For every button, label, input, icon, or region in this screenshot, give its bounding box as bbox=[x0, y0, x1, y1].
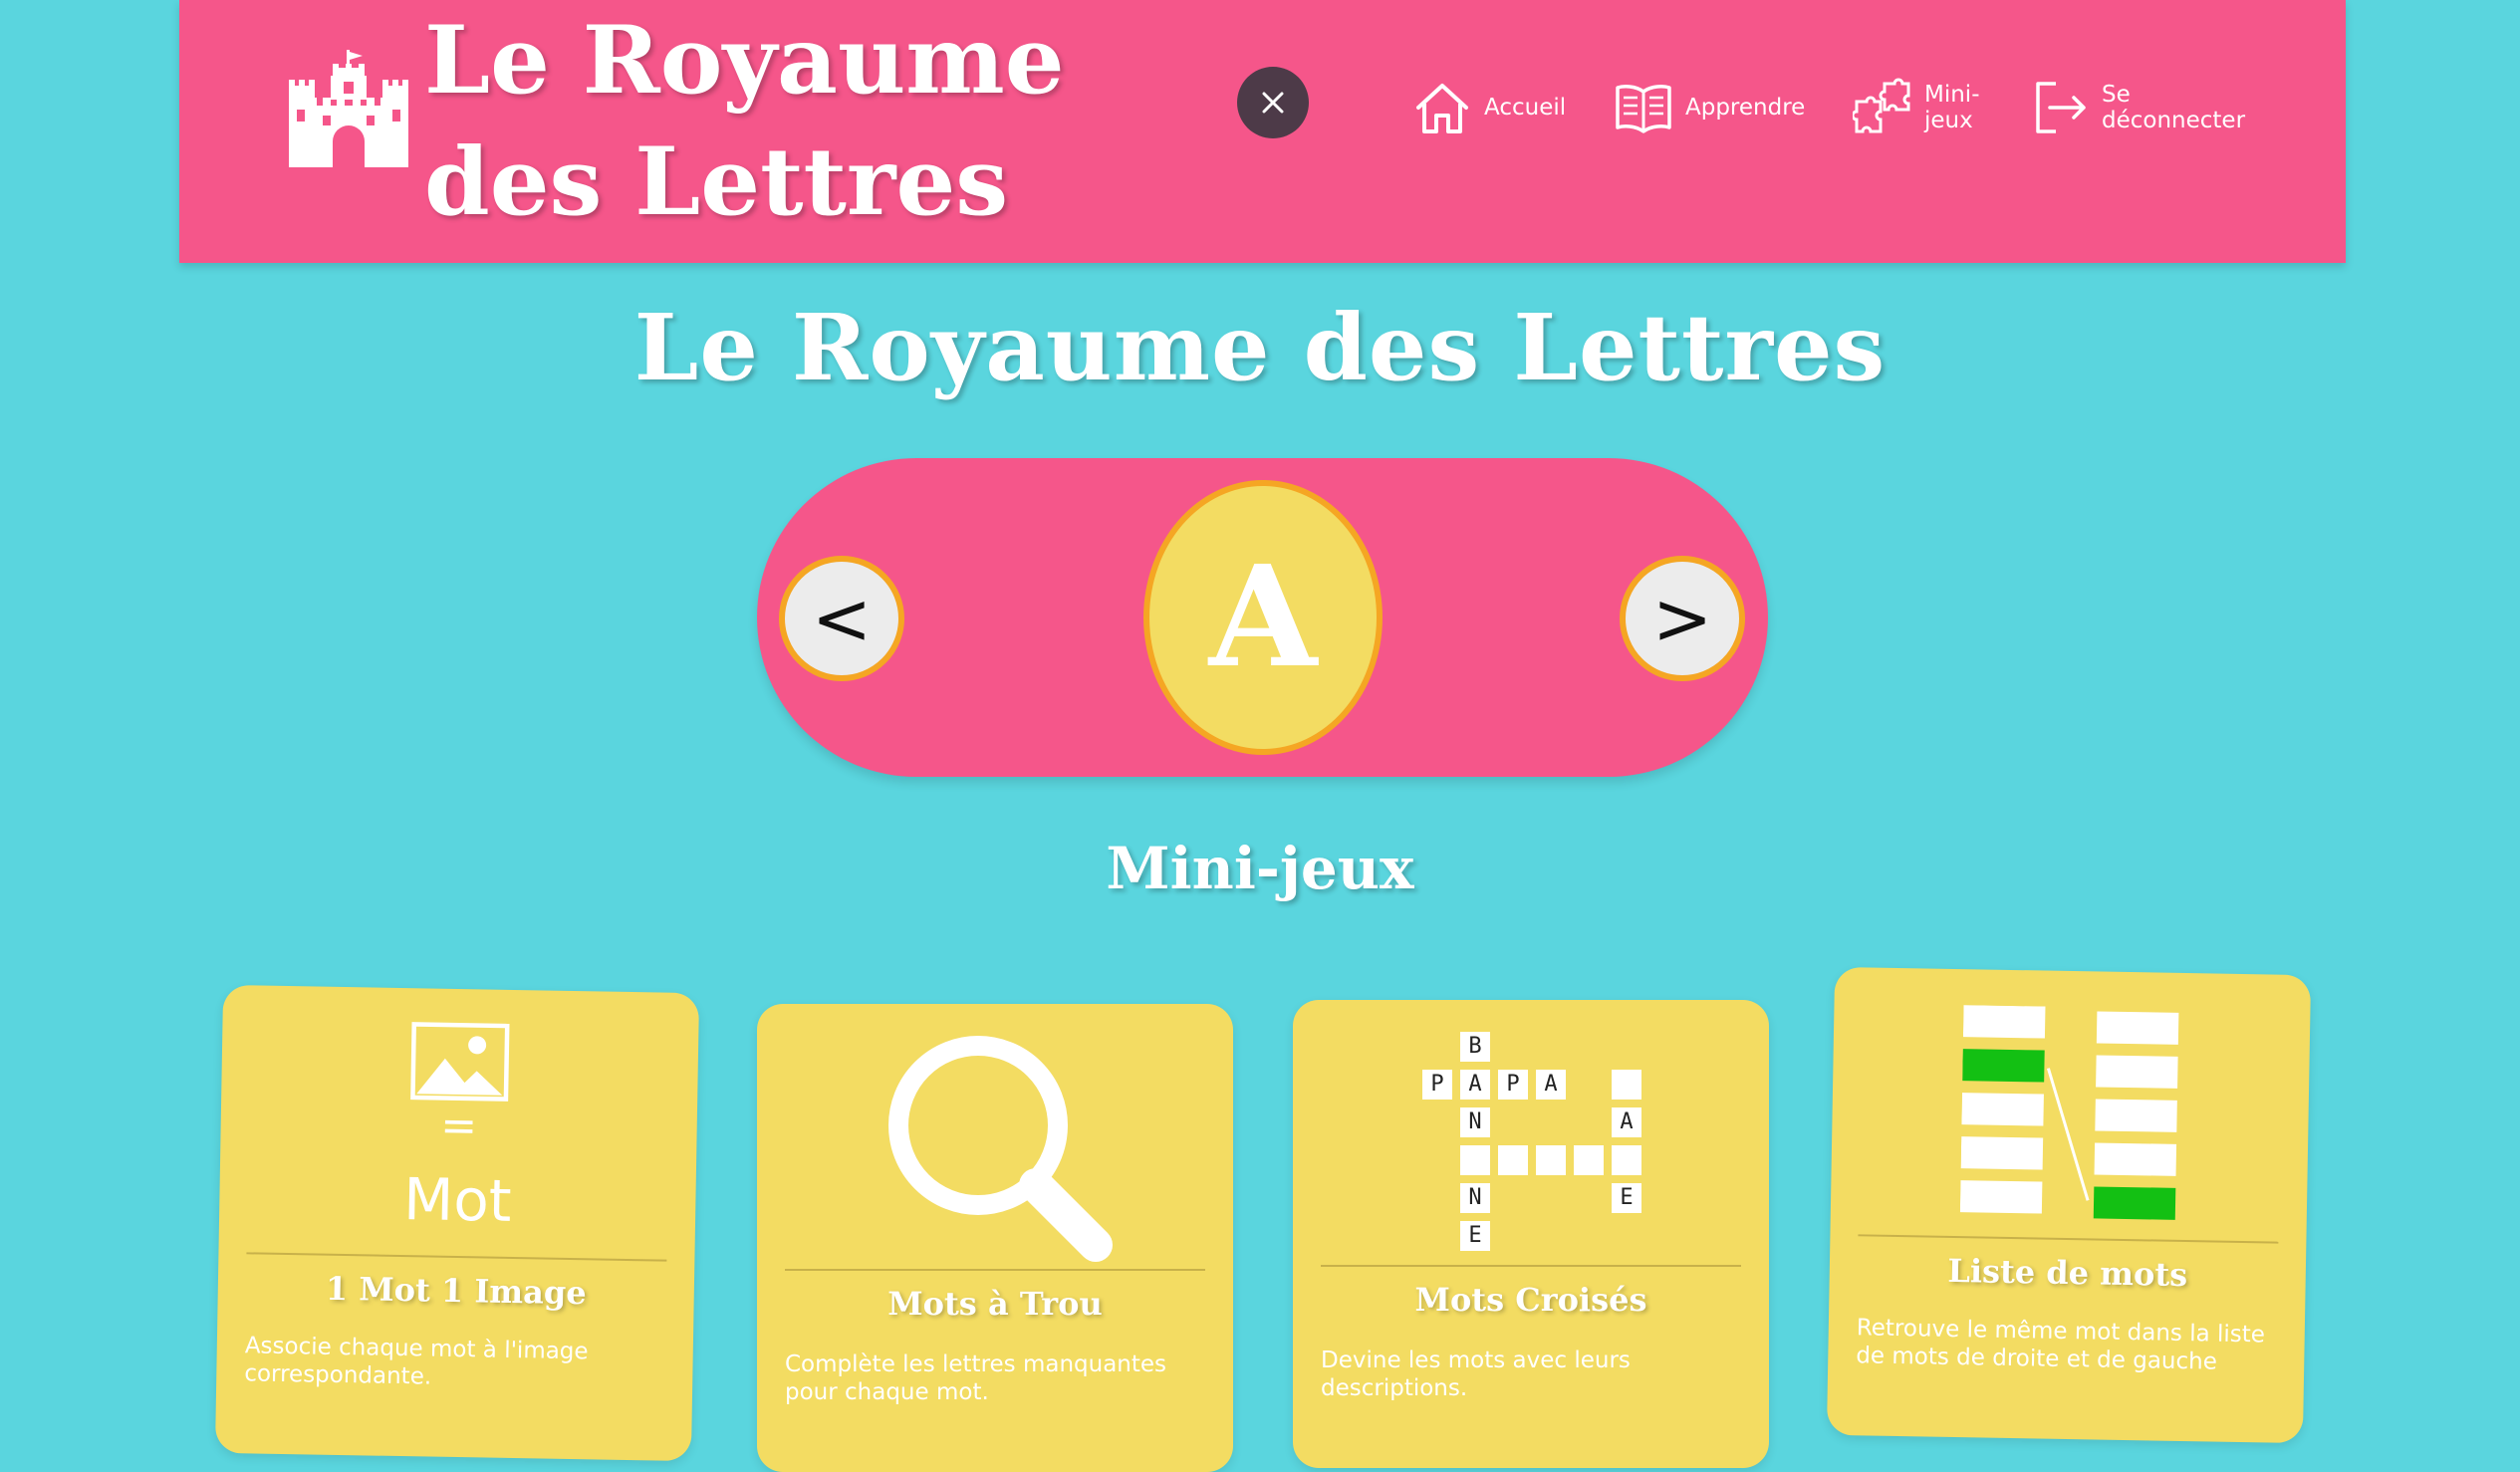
crossword-cell bbox=[1460, 1145, 1490, 1175]
word-list-matching-icon bbox=[1959, 1005, 2179, 1220]
equals-sign: = bbox=[439, 1100, 478, 1152]
crossword-cell bbox=[1612, 1145, 1641, 1175]
card-description: Devine les mots avec leurs descriptions. bbox=[1321, 1348, 1631, 1401]
card-art: B P A P A N A N E E bbox=[1293, 1000, 1769, 1269]
card-divider bbox=[1321, 1265, 1741, 1267]
page-title: Le Royaume des Lettres bbox=[633, 294, 1887, 401]
crossword-cell: A bbox=[1536, 1070, 1566, 1100]
card-art: = Mot bbox=[218, 985, 699, 1262]
castle-logo-icon[interactable] bbox=[289, 50, 408, 167]
crossword-cell bbox=[1612, 1070, 1641, 1100]
card-title: Liste de mots bbox=[1947, 1251, 2188, 1295]
game-card-mots-croises[interactable]: B P A P A N A N E E Mots Croisés Devine … bbox=[1293, 1000, 1769, 1468]
crossword-grid: B P A P A N A N E E bbox=[1293, 1000, 1769, 1269]
crossword-cell: E bbox=[1460, 1221, 1490, 1251]
nav-label-logout: Se déconnecter bbox=[2102, 82, 2246, 133]
crossword-cell: A bbox=[1612, 1107, 1641, 1137]
crossword-cell: B bbox=[1460, 1032, 1490, 1062]
top-header: Le Royaume des Lettres Accueil Apprendre bbox=[179, 0, 2346, 263]
magnifier-icon bbox=[888, 1036, 1113, 1262]
crossword-cell bbox=[1574, 1145, 1604, 1175]
card-description: Retrouve le même mot dans la liste de mo… bbox=[1856, 1315, 2266, 1375]
section-title-mini-jeux: Mini-jeux bbox=[1106, 835, 1414, 902]
nav-label-accueil: Accueil bbox=[1484, 95, 1567, 121]
nav-item-mini-jeux[interactable]: Mini-jeux bbox=[1853, 78, 1994, 137]
crossword-cell bbox=[1498, 1145, 1528, 1175]
nav-item-logout[interactable]: Se déconnecter bbox=[2030, 78, 2251, 137]
card-divider bbox=[785, 1269, 1205, 1271]
puzzle-icon bbox=[1853, 78, 1910, 133]
current-letter: A bbox=[1143, 480, 1383, 755]
crossword-cell: P bbox=[1498, 1070, 1528, 1100]
site-title[interactable]: Le Royaume des Lettres bbox=[424, 0, 1181, 243]
card-art bbox=[757, 1004, 1233, 1273]
image-icon bbox=[410, 1022, 510, 1102]
close-icon bbox=[1262, 92, 1284, 114]
nav-item-accueil[interactable]: Accueil bbox=[1412, 78, 1566, 137]
nav-label-mini-jeux: Mini-jeux bbox=[1924, 82, 1980, 133]
game-card-mots-a-trou[interactable]: Mots à Trou Complète les lettres manquan… bbox=[757, 1004, 1233, 1472]
letter-selector: < A > bbox=[757, 458, 1768, 777]
card-description: Associe chaque mot à l'image corresponda… bbox=[244, 1333, 589, 1390]
crossword-cell: N bbox=[1460, 1107, 1490, 1137]
prev-letter-button[interactable]: < bbox=[779, 556, 904, 681]
crossword-cell: P bbox=[1422, 1070, 1452, 1100]
card-description: Complète les lettres manquantes pour cha… bbox=[785, 1351, 1167, 1405]
nav-label-apprendre: Apprendre bbox=[1685, 95, 1806, 121]
book-icon bbox=[1616, 85, 1671, 133]
card-title: Mots Croisés bbox=[1414, 1281, 1647, 1319]
nav-item-apprendre[interactable]: Apprendre bbox=[1614, 78, 1805, 137]
crossword-cell bbox=[1536, 1145, 1566, 1175]
card-title: 1 Mot 1 Image bbox=[325, 1269, 588, 1313]
mot-word: Mot bbox=[402, 1165, 513, 1235]
card-art bbox=[1830, 967, 2311, 1244]
game-card-liste-de-mots[interactable]: Liste de mots Retrouve le même mot dans … bbox=[1826, 966, 2312, 1444]
crossword-cell: E bbox=[1612, 1183, 1641, 1213]
card-title: Mots à Trou bbox=[887, 1285, 1103, 1323]
logout-icon bbox=[2036, 82, 2086, 133]
close-button[interactable] bbox=[1237, 67, 1309, 138]
next-letter-button[interactable]: > bbox=[1620, 556, 1745, 681]
game-card-1-mot-1-image[interactable]: = Mot 1 Mot 1 Image Associe chaque mot à… bbox=[214, 984, 700, 1462]
crossword-cell: N bbox=[1460, 1183, 1490, 1213]
home-icon bbox=[1416, 84, 1468, 133]
crossword-cell: A bbox=[1460, 1070, 1490, 1100]
